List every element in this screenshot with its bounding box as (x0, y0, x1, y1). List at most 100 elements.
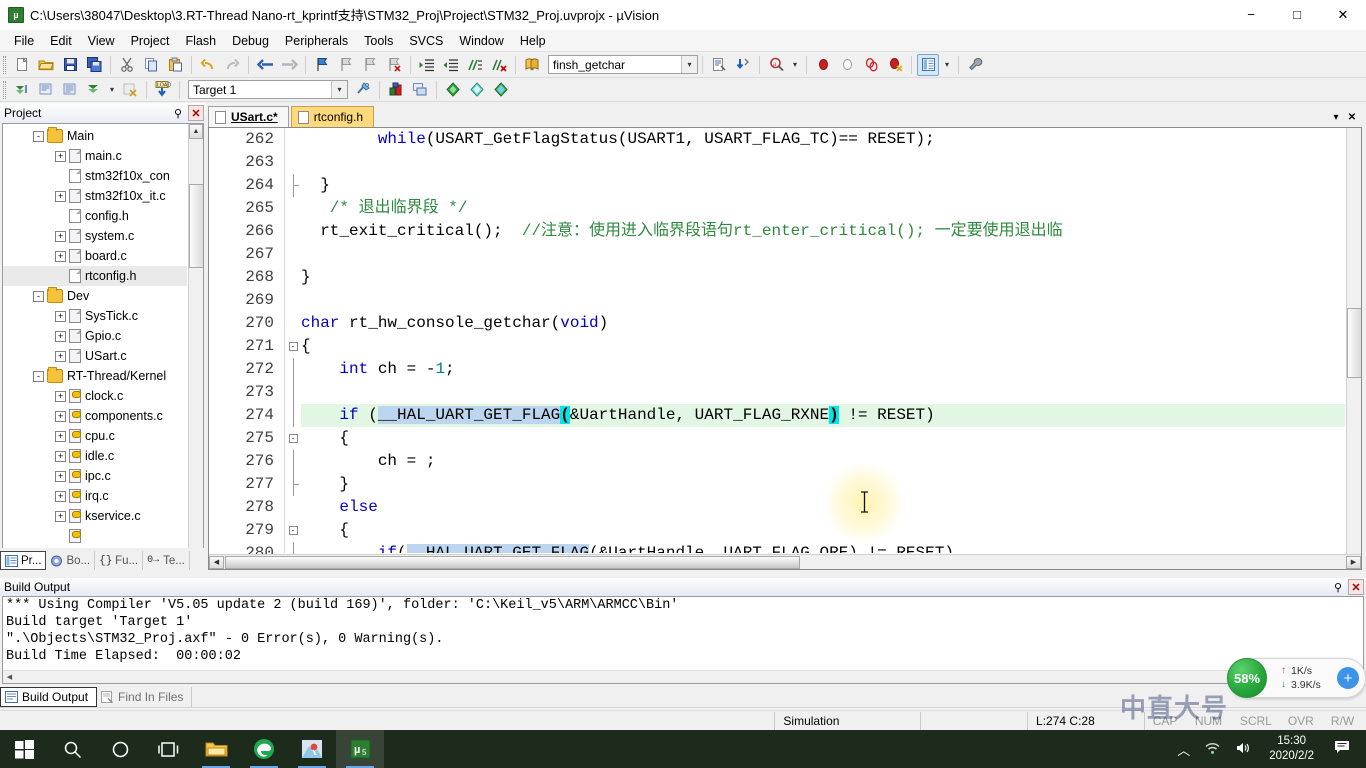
save-all-icon[interactable] (83, 54, 105, 76)
code-line[interactable]: } (301, 266, 1345, 289)
uncomment-icon[interactable] (488, 54, 510, 76)
menu-view[interactable]: View (80, 32, 123, 50)
download-icon[interactable]: LOAD (152, 79, 174, 101)
browser-button[interactable] (240, 730, 288, 768)
code-line[interactable]: { (301, 519, 1345, 542)
collapse-region-icon[interactable]: - (288, 342, 298, 351)
taskbar-clock[interactable]: 15:30 2020/2/2 (1259, 734, 1324, 764)
close-icon[interactable]: ✕ (1344, 109, 1360, 125)
pin-icon[interactable]: ⚲ (1330, 579, 1346, 595)
code-line[interactable]: } (301, 473, 1345, 496)
chevron-down-icon[interactable]: ▾ (681, 56, 697, 73)
menu-help[interactable]: Help (512, 32, 554, 50)
functions-icon[interactable] (466, 79, 488, 101)
tree-item[interactable]: + irq.c (3, 486, 187, 506)
scroll-right-arrow[interactable]: ▶ (1346, 555, 1361, 569)
tree-item[interactable]: + kservice.c (3, 506, 187, 526)
tree-item[interactable] (3, 526, 187, 546)
editor-tab-usart-c[interactable]: USart.c* (208, 106, 289, 127)
chevron-up-icon[interactable]: ︿ (1170, 740, 1197, 759)
tree-item[interactable]: + cpu.c (3, 426, 187, 446)
build-dropdown-arrow[interactable]: ▾ (107, 79, 117, 101)
panel-tab-books[interactable]: Bo... (46, 551, 96, 570)
tree-item[interactable]: + main.c (3, 146, 187, 166)
collapse-icon[interactable]: - (33, 290, 44, 302)
books-icon[interactable] (442, 79, 464, 101)
redo-icon[interactable] (221, 54, 243, 76)
outdent-icon[interactable] (440, 54, 462, 76)
toolbar-grip[interactable] (3, 80, 6, 99)
undo-icon[interactable] (197, 54, 219, 76)
expand-icon[interactable]: + (55, 430, 66, 442)
photos-button[interactable] (288, 730, 336, 768)
fold-marker[interactable]: - (285, 335, 301, 358)
breakpoints-kill-icon[interactable] (884, 54, 906, 76)
bookmark-clear-icon[interactable] (383, 54, 405, 76)
project-tree[interactable]: - Main + main.c stm32f10x_con + stm32f10x_it.c… (3, 126, 187, 553)
menu-file[interactable]: File (6, 32, 42, 50)
navigate-forward-icon[interactable] (278, 54, 300, 76)
insert-bookmark-icon[interactable] (732, 54, 754, 76)
panel-tab-functions[interactable]: {} Fu... (95, 551, 144, 570)
project-tree-vscrollbar[interactable]: ▲ (188, 124, 203, 554)
open-file-icon[interactable] (35, 54, 57, 76)
expand-icon[interactable]: + (55, 250, 66, 262)
pin-icon[interactable]: ⚲ (170, 105, 186, 121)
tree-item[interactable]: - Dev (3, 286, 187, 306)
code-line[interactable]: { (301, 335, 1345, 358)
expand-icon[interactable]: + (55, 310, 66, 322)
indent-icon[interactable] (416, 54, 438, 76)
tree-item[interactable]: + stm32f10x_it.c (3, 186, 187, 206)
function-name-combo[interactable]: finsh_getchar ▾ (548, 55, 698, 74)
code-line[interactable]: char rt_hw_console_getchar(void) (301, 312, 1345, 335)
collapse-region-icon[interactable]: - (288, 526, 298, 535)
cut-icon[interactable] (116, 54, 138, 76)
tree-item[interactable]: - RT-Thread/Kernel (3, 366, 187, 386)
code-line[interactable]: if(__HAL_UART_GET_FLAG(&UartHandle, UART… (301, 542, 1345, 553)
code-editor[interactable]: 262 263 264 265 266 267 268 269 270 271 272 273 274 2… (208, 127, 1362, 570)
build-icon[interactable] (11, 79, 33, 101)
panel-tab-project[interactable]: Pr... (0, 551, 47, 570)
menu-debug[interactable]: Debug (224, 32, 277, 50)
chevron-down-icon[interactable]: ▾ (1328, 109, 1344, 125)
expand-icon[interactable]: + (55, 470, 66, 482)
navigate-back-icon[interactable] (254, 54, 276, 76)
menu-project[interactable]: Project (123, 32, 178, 50)
debug-icon[interactable] (708, 54, 730, 76)
code-line[interactable] (301, 289, 1345, 312)
code-line[interactable]: if (__HAL_UART_GET_FLAG(&UartHandle, UAR… (301, 404, 1345, 427)
code-line[interactable]: } (301, 174, 1345, 197)
target-combo[interactable]: Target 1 ▾ (188, 80, 348, 99)
save-icon[interactable] (59, 54, 81, 76)
minimize-button[interactable]: − (1228, 0, 1274, 30)
editor-hscroll-thumb[interactable] (225, 555, 800, 569)
code-line[interactable]: /* 退出临界段 */ (301, 197, 1345, 220)
uvision-button[interactable]: µ5 (336, 730, 384, 768)
tree-item[interactable]: + system.c (3, 226, 187, 246)
translate-icon[interactable] (83, 79, 105, 101)
code-line[interactable] (301, 151, 1345, 174)
cpu-usage-indicator[interactable]: 58% (1227, 658, 1267, 698)
fold-marker[interactable]: - (285, 519, 301, 542)
code-line[interactable] (301, 381, 1345, 404)
close-icon[interactable]: ✕ (1348, 579, 1364, 595)
comment-icon[interactable] (464, 54, 486, 76)
paste-icon[interactable] (164, 54, 186, 76)
bookmark-prev-icon[interactable] (335, 54, 357, 76)
menu-peripherals[interactable]: Peripherals (277, 32, 356, 50)
breakpoint-icon[interactable] (812, 54, 834, 76)
manage-components-icon[interactable] (385, 79, 407, 101)
find-dropdown-arrow[interactable]: ▾ (789, 54, 801, 76)
collapse-region-icon[interactable]: - (288, 434, 298, 443)
code-line[interactable] (301, 243, 1345, 266)
start-button[interactable] (0, 730, 48, 768)
copy-icon[interactable] (140, 54, 162, 76)
target-options-icon[interactable] (352, 79, 374, 101)
expand-icon[interactable]: + (55, 490, 66, 502)
editor-vscrollbar[interactable] (1346, 128, 1361, 554)
chevron-down-icon[interactable]: ▾ (331, 81, 347, 98)
code-text[interactable]: while(USART_GetFlagStatus(USART1, USART_… (301, 128, 1345, 553)
network-speed-widget[interactable]: 58% ↑ 1K/s ↓ 3.9K/s + (1227, 658, 1366, 698)
speaker-icon[interactable] (1228, 741, 1259, 758)
code-line[interactable]: while(USART_GetFlagStatus(USART1, USART_… (301, 128, 1345, 151)
